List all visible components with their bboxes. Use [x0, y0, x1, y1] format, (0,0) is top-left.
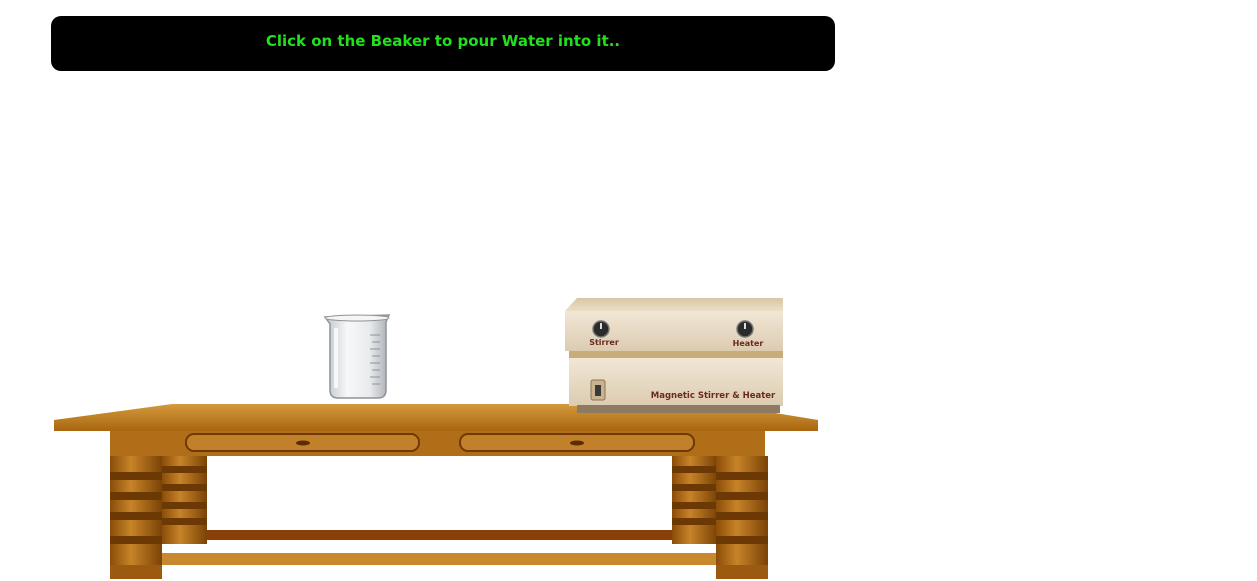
stirrer-knob[interactable] [592, 320, 610, 338]
table-leg-left-front [110, 456, 162, 579]
device-stripe [569, 351, 783, 358]
table-base-left [110, 565, 162, 579]
power-switch[interactable] [590, 379, 606, 401]
heater-label: Heater [733, 339, 764, 348]
stirrer-label: Stirrer [589, 338, 619, 347]
lab-scene: Stirrer Heater Magnetic Stirrer & Heater [54, 298, 818, 579]
device-name-label: Magnetic Stirrer & Heater [651, 391, 776, 401]
device-base [577, 405, 780, 413]
table-leg-right-back [672, 456, 717, 544]
drawer-knob-right [570, 440, 584, 446]
table-stretcher [190, 530, 690, 540]
device-top-face [565, 298, 783, 311]
table-base-right [716, 565, 768, 579]
table-leg-left-back [162, 456, 207, 544]
lab-table [54, 404, 818, 579]
beaker[interactable] [323, 314, 391, 399]
beaker-rim[interactable] [324, 314, 390, 322]
table-leg-right-front [716, 456, 768, 579]
magnetic-stirrer-heater: Stirrer Heater Magnetic Stirrer & Heater [565, 298, 783, 413]
heater-knob[interactable] [736, 320, 754, 338]
table-stretcher-low [150, 553, 730, 565]
drawer-knob-left [296, 440, 310, 446]
